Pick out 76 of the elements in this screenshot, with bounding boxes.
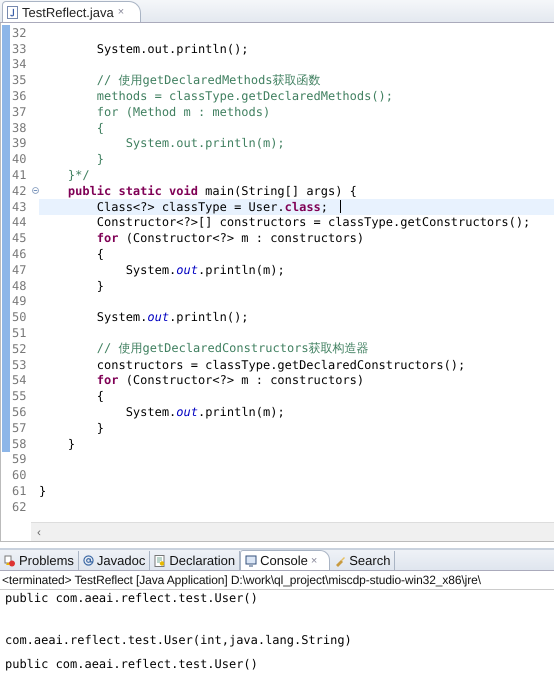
line-number: 50 <box>11 310 28 324</box>
code-line: } <box>96 278 104 293</box>
line-number: 40 <box>11 152 28 166</box>
line-number: 39 <box>11 136 28 150</box>
code-line: }*/ <box>66 168 90 182</box>
view-tab[interactable]: Search <box>330 551 396 570</box>
at-sign-icon <box>82 555 94 566</box>
line-number: 61 <box>11 484 28 498</box>
close-icon[interactable]: × <box>310 554 318 566</box>
line-number: 51 <box>11 326 28 340</box>
line-number: 42 <box>11 184 28 198</box>
line-number: 47 <box>11 262 28 277</box>
console-output-line: public com.aeai.reflect.test.User() <box>5 591 258 606</box>
line-number: 49 <box>11 294 28 308</box>
code-line: // 使用getDeclaredConstructors获取构造器 <box>96 340 369 358</box>
view-tab[interactable]: Problems <box>0 551 79 570</box>
line-number: 32 <box>11 26 28 40</box>
problems-icon <box>4 554 16 566</box>
code-line: // 使用getDeclaredMethods获取函数 <box>96 72 321 89</box>
horizontal-scrollbar[interactable]: ‹ <box>31 522 554 541</box>
line-number: 46 <box>11 247 28 262</box>
console-output-line: public com.aeai.reflect.test.User() <box>5 657 258 672</box>
code-line: for (Constructor<?> m : constructors) <box>96 231 364 246</box>
code-line: } <box>66 436 76 451</box>
editor-tab[interactable]: TestReflect.java × <box>2 1 142 22</box>
code-line: } <box>39 484 46 498</box>
flashlight-icon <box>334 554 346 566</box>
text-cursor <box>340 200 341 214</box>
line-number: 59 <box>11 452 28 466</box>
line-number: 45 <box>11 231 28 246</box>
line-number: 58 <box>11 436 28 451</box>
line-number: 52 <box>11 342 28 356</box>
console-output-line: com.aeai.reflect.test.User(int,java.lang.String) <box>5 632 352 646</box>
code-line: methods = classType.getDeclaredMethods(); <box>96 89 394 104</box>
code-line: { <box>96 247 104 262</box>
code-line: for (Constructor<?> m : constructors) <box>96 373 364 388</box>
line-number: 33 <box>11 42 28 56</box>
monitor-icon <box>245 554 258 566</box>
line-number: 43 <box>11 200 28 214</box>
line-number: 48 <box>11 278 28 293</box>
line-number: 41 <box>11 168 28 182</box>
view-tab[interactable]: Console × <box>240 550 330 570</box>
code-line: System.out.println(m); <box>124 405 285 420</box>
code-line: System.out.println(); <box>96 310 249 324</box>
close-icon[interactable]: × <box>118 6 124 18</box>
console-header: <terminated> TestReflect [Java Application] D:\work\ql_project\miscdp-studio-win32_x86\jre\ <box>0 571 554 590</box>
line-number: 54 <box>11 373 28 388</box>
line-number: 55 <box>11 389 28 404</box>
line-number: 57 <box>11 420 28 435</box>
line-number: 34 <box>11 57 28 72</box>
line-number: 62 <box>11 500 28 514</box>
declaration-icon <box>154 554 166 566</box>
line-number: 35 <box>11 73 28 88</box>
line-number: 38 <box>11 120 28 135</box>
code-line: { <box>96 389 104 404</box>
code-line: } <box>96 420 104 435</box>
collapse-icon[interactable] <box>32 187 39 194</box>
view-tab[interactable]: Javadoc <box>78 551 150 570</box>
line-number: 60 <box>11 468 28 482</box>
code-line: { <box>96 120 104 135</box>
code-line: System.out.println(m); <box>124 136 285 150</box>
line-number: 37 <box>11 104 28 119</box>
code-line: System.out.println(m); <box>124 262 285 277</box>
line-number: 44 <box>11 215 28 230</box>
java-file-icon <box>7 6 18 18</box>
code-line: constructors = classType.getDeclaredConstructors(); <box>96 358 466 372</box>
code-line: Class<?> classType = User.class; <box>96 200 328 214</box>
code-line: Constructor<?>[] constructors = classType.getConstructors(); <box>96 215 530 230</box>
line-number: 53 <box>11 358 28 372</box>
code-line: public static void main(String[] args) { <box>66 184 357 198</box>
scroll-left-button[interactable]: ‹ <box>31 525 41 539</box>
code-line: } <box>96 152 104 166</box>
code-line: for (Method m : methods) <box>96 104 270 119</box>
line-number: 36 <box>11 89 28 104</box>
code-line: System.out.println(); <box>96 42 249 56</box>
line-number: 56 <box>11 405 28 420</box>
